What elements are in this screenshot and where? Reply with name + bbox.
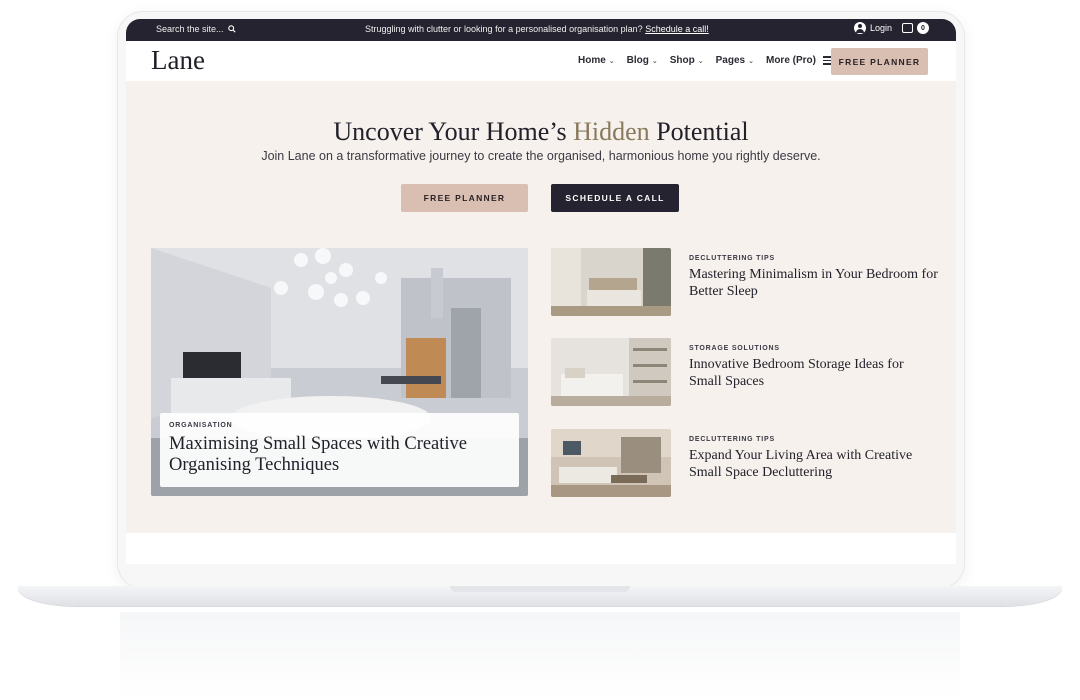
free-planner-nav-button[interactable]: FREE PLANNER bbox=[831, 48, 928, 75]
nav-item-label: Home bbox=[578, 55, 606, 66]
account-area: Login 0 bbox=[853, 22, 929, 34]
storage-image bbox=[551, 338, 671, 406]
site-logo[interactable]: Lane bbox=[151, 45, 205, 76]
nav-item-label: Blog bbox=[626, 55, 649, 66]
post-text: DECLUTTERING TIPS Expand Your Living Are… bbox=[689, 436, 939, 481]
bedroom-image bbox=[551, 248, 671, 316]
post-category[interactable]: STORAGE SOLUTIONS bbox=[689, 345, 939, 352]
featured-post-category[interactable]: ORGANISATION bbox=[169, 422, 510, 429]
post-card[interactable]: STORAGE SOLUTIONS Innovative Bedroom Sto… bbox=[551, 338, 931, 406]
cart-count-badge: 0 bbox=[917, 22, 929, 34]
post-thumbnail[interactable] bbox=[551, 248, 671, 316]
post-thumbnail[interactable] bbox=[551, 429, 671, 497]
nav-item-shop[interactable]: Shop ⌄ bbox=[670, 55, 704, 66]
nav-item-label: Shop bbox=[669, 55, 695, 66]
hero-title-end: Potential bbox=[656, 117, 749, 146]
promo-text: Struggling with clutter or looking for a… bbox=[365, 24, 643, 34]
chevron-down-icon: ⌄ bbox=[651, 57, 658, 65]
main-navigation: Lane Home ⌄ Blog ⌄ Shop ⌄ Pages ⌄ More (Pro)… bbox=[126, 41, 956, 81]
hero-title-start: Uncover Your Home’s bbox=[333, 117, 567, 146]
featured-post-caption[interactable]: ORGANISATION Maximising Small Spaces wit… bbox=[160, 413, 519, 487]
promo-message: Struggling with clutter or looking for a… bbox=[365, 24, 709, 34]
hero-subtitle: Join Lane on a transformative journey to… bbox=[261, 149, 821, 163]
post-title[interactable]: Innovative Bedroom Storage Ideas for Sma… bbox=[689, 357, 939, 390]
search-input[interactable]: Search the site... bbox=[156, 24, 224, 34]
login-link[interactable]: Login bbox=[870, 23, 892, 33]
post-category[interactable]: DECLUTTERING TIPS bbox=[689, 436, 939, 443]
post-text: DECLUTTERING TIPS Mastering Minimalism i… bbox=[689, 255, 939, 300]
announcement-bar: Search the site... Struggling with clutt… bbox=[126, 19, 956, 41]
living-area-image bbox=[551, 429, 671, 497]
post-card[interactable]: DECLUTTERING TIPS Mastering Minimalism i… bbox=[551, 248, 938, 316]
nav-menu: Home ⌄ Blog ⌄ Shop ⌄ Pages ⌄ More (Pro) bbox=[578, 55, 834, 66]
post-title[interactable]: Mastering Minimalism in Your Bedroom for… bbox=[689, 267, 939, 300]
cart-icon[interactable] bbox=[902, 23, 913, 33]
post-thumbnail[interactable] bbox=[551, 338, 671, 406]
chevron-down-icon: ⌄ bbox=[697, 57, 704, 65]
schedule-call-link[interactable]: Schedule a call! bbox=[645, 24, 709, 34]
post-card[interactable]: DECLUTTERING TIPS Expand Your Living Are… bbox=[551, 429, 931, 497]
nav-item-label: More (Pro) bbox=[765, 55, 816, 66]
post-title[interactable]: Expand Your Living Area with Creative Sm… bbox=[689, 448, 939, 481]
content-below-fold bbox=[126, 533, 956, 564]
post-category[interactable]: DECLUTTERING TIPS bbox=[689, 255, 939, 262]
laptop-reflection bbox=[120, 612, 960, 700]
site-search[interactable]: Search the site... bbox=[156, 24, 236, 34]
hero-title-accent: Hidden bbox=[573, 117, 650, 146]
schedule-call-button[interactable]: SCHEDULE A CALL bbox=[551, 184, 679, 212]
hero-title: Uncover Your Home’s Hidden Potential bbox=[126, 117, 956, 147]
laptop-screen: Search the site... Struggling with clutt… bbox=[126, 19, 956, 564]
chevron-down-icon: ⌄ bbox=[608, 57, 615, 65]
free-planner-button[interactable]: FREE PLANNER bbox=[401, 184, 528, 212]
chevron-down-icon: ⌄ bbox=[748, 57, 754, 65]
post-text: STORAGE SOLUTIONS Innovative Bedroom Sto… bbox=[689, 345, 939, 390]
nav-item-home[interactable]: Home ⌄ bbox=[578, 55, 615, 66]
featured-post-title[interactable]: Maximising Small Spaces with Creative Or… bbox=[169, 434, 510, 476]
search-icon[interactable] bbox=[227, 25, 236, 33]
nav-item-pages[interactable]: Pages ⌄ bbox=[716, 55, 754, 66]
nav-item-blog[interactable]: Blog ⌄ bbox=[627, 55, 658, 66]
laptop-notch bbox=[450, 586, 630, 592]
nav-item-more[interactable]: More (Pro) bbox=[766, 55, 834, 66]
hero-section: Uncover Your Home’s Hidden Potential Joi… bbox=[126, 81, 956, 533]
featured-post-card[interactable]: ORGANISATION Maximising Small Spaces wit… bbox=[151, 248, 528, 496]
user-icon[interactable] bbox=[853, 22, 866, 34]
nav-item-label: Pages bbox=[715, 55, 746, 66]
